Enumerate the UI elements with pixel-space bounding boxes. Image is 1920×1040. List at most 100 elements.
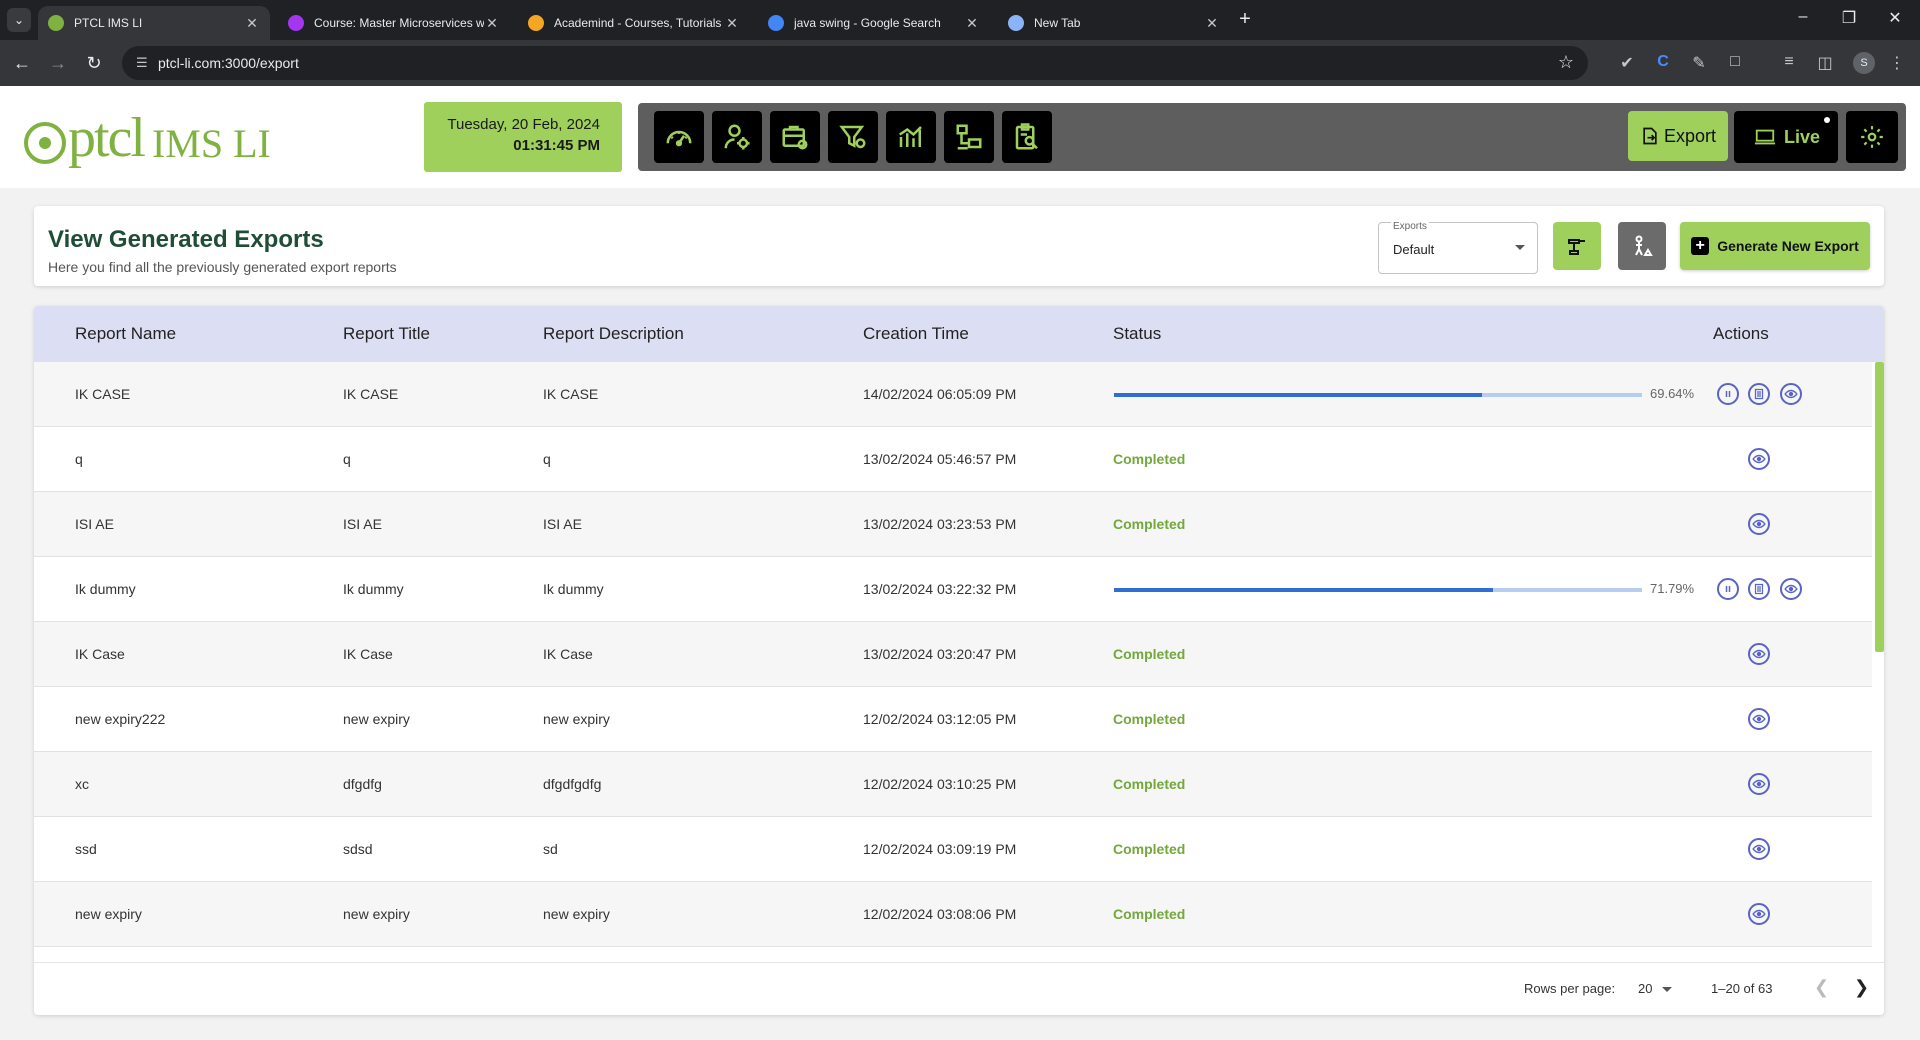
document-icon[interactable] [1748, 578, 1770, 600]
column-header-status[interactable]: Status [1113, 324, 1161, 344]
close-tab-icon[interactable]: ✕ [244, 15, 260, 32]
worker-button[interactable] [1618, 222, 1666, 270]
back-icon[interactable]: ← [10, 52, 34, 74]
machinery-button[interactable] [1553, 222, 1601, 270]
eye-icon[interactable] [1748, 708, 1770, 730]
browser-menu-icon[interactable]: ⋮ [1886, 53, 1908, 73]
eye-icon[interactable] [1748, 903, 1770, 925]
live-monitor-icon [1754, 129, 1776, 145]
generate-new-export-button[interactable]: + Generate New Export [1680, 222, 1870, 270]
eye-icon[interactable] [1748, 448, 1770, 470]
report-name-cell: IK CASE [75, 386, 131, 402]
table-row[interactable]: new expiry222 new expiry new expiry 12/02/2… [34, 687, 1872, 752]
pause-icon[interactable] [1717, 578, 1739, 600]
rows-per-page-select[interactable]: 20 [1638, 981, 1652, 996]
eye-icon[interactable] [1748, 838, 1770, 860]
eye-icon[interactable] [1748, 773, 1770, 795]
report-search-icon[interactable] [1002, 111, 1052, 163]
browser-tab[interactable]: Academind - Courses, Tutorials ✕ [518, 6, 750, 40]
next-page-icon[interactable]: ❯ [1854, 977, 1869, 998]
document-icon[interactable] [1748, 383, 1770, 405]
network-devices-icon[interactable] [944, 111, 994, 163]
dashboard-gauge-icon[interactable] [654, 111, 704, 163]
tab-search-icon[interactable]: ⌄ [7, 8, 31, 32]
restore-icon[interactable]: ❐ [1826, 8, 1872, 28]
browser-tab[interactable]: New Tab ✕ [998, 6, 1230, 40]
extensions-puzzle-icon[interactable]: □ [1724, 53, 1746, 71]
settings-button[interactable] [1846, 111, 1898, 163]
status-badge: Completed [1113, 646, 1186, 662]
column-header-report-name[interactable]: Report Name [75, 324, 176, 344]
chevron-down-icon[interactable] [1662, 987, 1672, 992]
column-header-creation-time[interactable]: Creation Time [863, 324, 969, 344]
analytics-chart-icon[interactable] [886, 111, 936, 163]
close-tab-icon[interactable]: ✕ [484, 15, 500, 32]
address-bar[interactable]: ☰ ptcl-li.com:3000/export ☆ [122, 46, 1588, 80]
minimize-icon[interactable]: – [1780, 8, 1826, 26]
extension-c-icon[interactable]: C [1652, 53, 1674, 71]
browser-tab[interactable]: java swing - Google Search ✕ [758, 6, 990, 40]
column-header-report-title[interactable]: Report Title [343, 324, 430, 344]
profile-avatar[interactable]: S [1853, 52, 1875, 74]
table-row[interactable]: new expiry new expiry new expiry 12/02/2024… [34, 882, 1872, 947]
previous-page-icon[interactable]: ❮ [1814, 977, 1829, 998]
creation-time-cell: 13/02/2024 03:20:47 PM [863, 646, 1017, 662]
table-row[interactable]: IK Case IK Case IK Case 13/02/2024 03:20:47… [34, 622, 1872, 687]
logo-ims-text: IMS LI [151, 120, 271, 166]
report-name-cell: new expiry [75, 906, 142, 922]
bookmark-star-icon[interactable]: ☆ [1558, 52, 1574, 73]
report-name-cell: IK Case [75, 646, 125, 662]
pause-icon[interactable] [1717, 383, 1739, 405]
url-text[interactable]: ptcl-li.com:3000/export [158, 55, 299, 71]
eye-icon[interactable] [1748, 643, 1770, 665]
close-window-icon[interactable]: ✕ [1872, 8, 1918, 28]
live-indicator-dot [1824, 117, 1830, 123]
report-title-cell: q [343, 451, 351, 467]
export-progress-percent: 69.64% [1650, 386, 1695, 401]
case-settings-icon[interactable] [770, 111, 820, 163]
report-description-cell: Ik dummy [543, 581, 604, 597]
creation-time-cell: 14/02/2024 06:05:09 PM [863, 386, 1017, 402]
status-badge: Completed [1113, 516, 1186, 532]
close-tab-icon[interactable]: ✕ [724, 15, 740, 32]
export-progress-bar [1114, 393, 1642, 397]
filter-settings-icon[interactable] [828, 111, 878, 163]
tab-title: Course: Master Microservices w [314, 16, 484, 30]
live-button[interactable]: Live [1734, 111, 1838, 163]
udemy-favicon-icon [288, 15, 304, 31]
table-row[interactable]: q q q 13/02/2024 05:46:57 PM Completed [34, 427, 1872, 492]
close-tab-icon[interactable]: ✕ [1204, 15, 1220, 32]
current-time: 01:31:45 PM [513, 137, 600, 154]
new-tab-button[interactable]: + [1233, 8, 1257, 31]
table-row[interactable]: ssd sdsd sd 12/02/2024 03:09:19 PM Completed [34, 817, 1872, 882]
eye-icon[interactable] [1780, 578, 1802, 600]
user-settings-icon[interactable] [712, 111, 762, 163]
chrome-favicon-icon [1008, 15, 1024, 31]
site-info-icon[interactable]: ☰ [136, 55, 148, 71]
column-header-report-description[interactable]: Report Description [543, 324, 684, 344]
extension-pen-icon[interactable]: ✎ [1688, 53, 1710, 73]
page-subtitle: Here you find all the previously generat… [48, 259, 397, 275]
side-panel-icon[interactable]: ◫ [1814, 53, 1836, 73]
export-progress-fill [1114, 393, 1482, 397]
export-button[interactable]: Export [1628, 111, 1728, 161]
table-row[interactable]: Ik dummy Ik dummy Ik dummy 13/02/2024 03:22… [34, 557, 1872, 622]
table-row[interactable]: IK CASE IK CASE IK CASE 14/02/2024 06:05:09… [34, 362, 1872, 427]
academind-favicon-icon [528, 15, 544, 31]
table-scrollbar-thumb[interactable] [1875, 362, 1884, 652]
report-name-cell: ISI AE [75, 516, 114, 532]
table-row[interactable]: ISI AE ISI AE ISI AE 13/02/2024 03:23:53 PM… [34, 492, 1872, 557]
eye-icon[interactable] [1748, 513, 1770, 535]
exports-select[interactable]: Exports Default [1378, 221, 1538, 274]
reading-list-icon[interactable]: ≡ [1778, 53, 1800, 71]
eye-icon[interactable] [1780, 383, 1802, 405]
forward-icon[interactable]: → [46, 52, 70, 74]
close-tab-icon[interactable]: ✕ [964, 15, 980, 32]
ptcl-logo[interactable]: ptcl IMS LI [24, 108, 271, 168]
status-badge: Completed [1113, 711, 1186, 727]
reload-icon[interactable]: ↻ [82, 52, 106, 74]
table-row[interactable]: xc dfgdfg dfgdfgdfg 12/02/2024 03:10:25 PM C… [34, 752, 1872, 817]
browser-tab[interactable]: Course: Master Microservices w ✕ [278, 6, 510, 40]
extension-check-icon[interactable]: ✔ [1616, 53, 1638, 73]
browser-tab[interactable]: PTCL IMS LI ✕ [38, 6, 270, 40]
